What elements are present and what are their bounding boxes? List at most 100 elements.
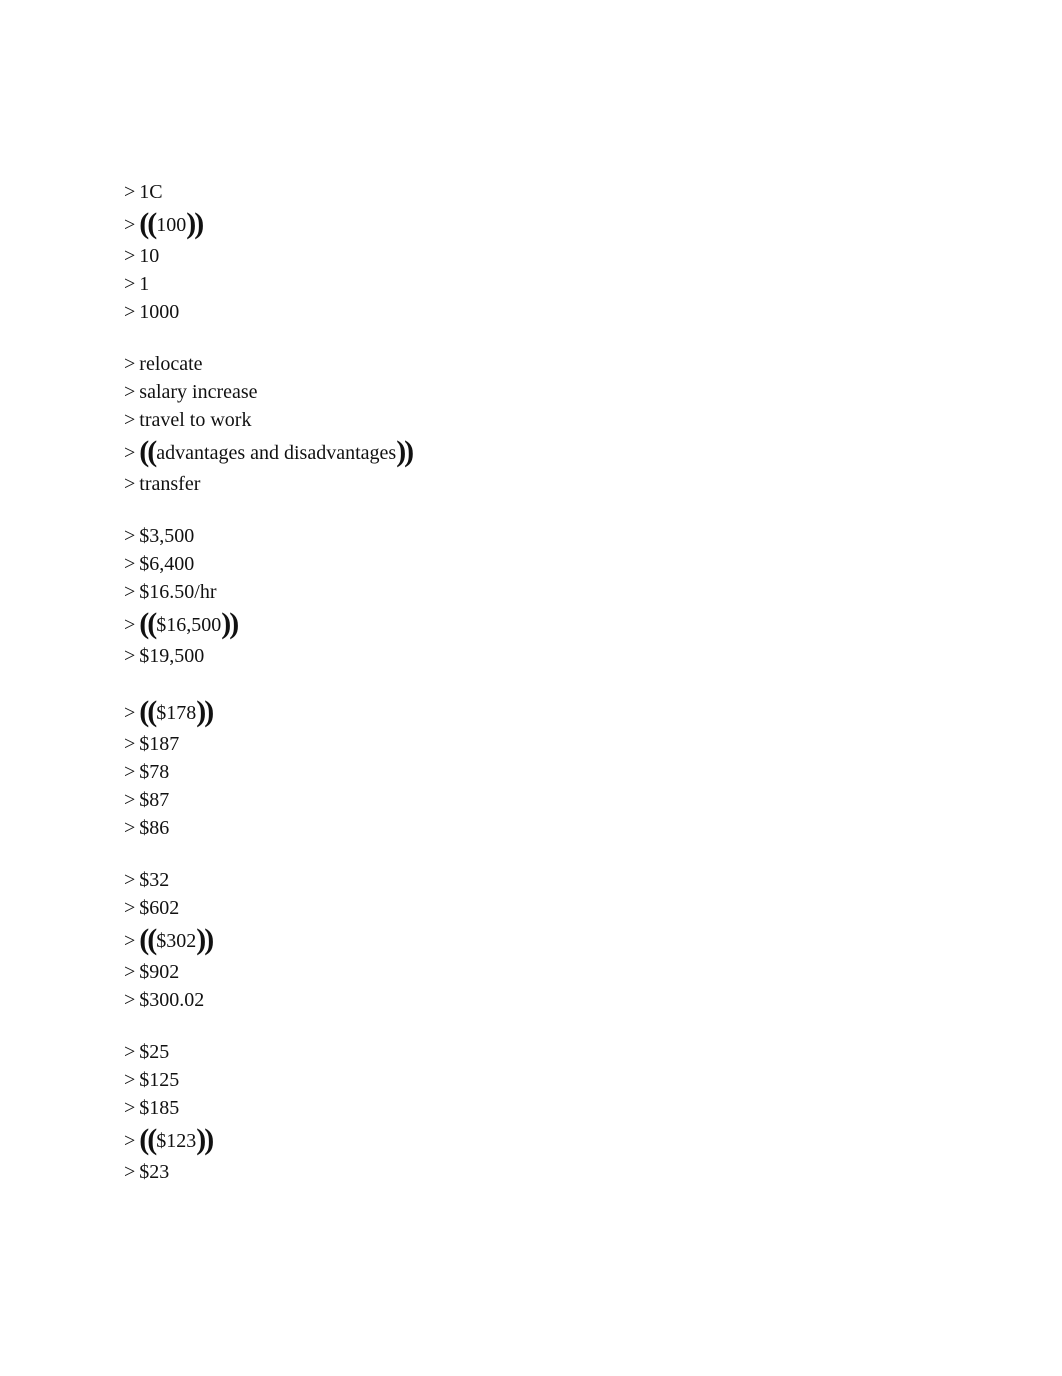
answer-option: > $300.02 <box>124 986 924 1014</box>
answer-option: >1000 <box>124 298 924 326</box>
option-text: travel to work <box>139 409 252 431</box>
option-marker: > <box>124 1161 136 1183</box>
selection-open-paren: (( <box>139 923 157 956</box>
answer-option: >1 <box>124 270 924 298</box>
option-text: 10 <box>139 245 160 267</box>
option-marker: > <box>124 869 136 891</box>
selection-close-paren: )) <box>196 923 214 956</box>
option-text: $16,500 <box>156 614 222 636</box>
option-text: $185 <box>139 1097 180 1119</box>
answer-option: > relocate <box>124 350 924 378</box>
selection-close-paren: )) <box>196 1123 214 1156</box>
selection-open-paren: (( <box>139 607 157 640</box>
selection-close-paren: )) <box>196 695 214 728</box>
option-text: $3,500 <box>139 525 195 547</box>
option-text: $19,500 <box>139 645 205 667</box>
answer-option: > $32 <box>124 866 924 894</box>
selection-close-paren: )) <box>186 207 204 240</box>
option-marker: > <box>124 381 136 403</box>
option-marker: > <box>124 525 136 547</box>
answer-option-selected: > ((advantages and disadvantages)) <box>124 434 924 470</box>
answer-document: >1C > ((100)) >10 >1 >1000 > relocate > sal… <box>124 178 924 1210</box>
answer-option: >1C <box>124 178 924 206</box>
option-marker: > <box>124 961 136 983</box>
option-marker: > <box>124 733 136 755</box>
option-marker: > <box>124 1041 136 1063</box>
answer-option: > $23 <box>124 1158 924 1186</box>
option-text: transfer <box>139 473 201 495</box>
option-text: $178 <box>156 702 197 724</box>
option-marker: > <box>124 181 136 203</box>
selection-open-paren: (( <box>139 1123 157 1156</box>
option-text: 100 <box>156 214 187 236</box>
option-text: $16.50/hr <box>139 581 217 603</box>
option-marker: > <box>124 409 136 431</box>
answer-option: > $87 <box>124 786 924 814</box>
option-text: $187 <box>139 733 180 755</box>
option-text: 1C <box>139 181 163 203</box>
answer-option: > $902 <box>124 958 924 986</box>
answer-option: > $78 <box>124 758 924 786</box>
option-marker: > <box>124 645 136 667</box>
option-marker: > <box>124 761 136 783</box>
option-text: advantages and disadvantages <box>156 442 397 464</box>
answer-option: > $25 <box>124 1038 924 1066</box>
answer-option: > transfer <box>124 470 924 498</box>
option-marker: > <box>124 1069 136 1091</box>
option-marker: > <box>124 614 136 636</box>
option-marker: > <box>124 1097 136 1119</box>
option-text: relocate <box>139 353 203 375</box>
option-marker: > <box>124 817 136 839</box>
option-marker: > <box>124 273 136 295</box>
answer-option-selected: > (($178)) <box>124 694 924 730</box>
answer-option: > travel to work <box>124 406 924 434</box>
answer-option: > salary increase <box>124 378 924 406</box>
option-marker: > <box>124 581 136 603</box>
option-marker: > <box>124 553 136 575</box>
option-text: $302 <box>156 930 197 952</box>
answer-option-selected: > (($16,500)) <box>124 606 924 642</box>
selection-close-paren: )) <box>221 607 239 640</box>
answer-option: >10 <box>124 242 924 270</box>
selection-open-paren: (( <box>139 435 157 468</box>
option-marker: > <box>124 789 136 811</box>
option-marker: > <box>124 897 136 919</box>
option-text: $300.02 <box>139 989 205 1011</box>
answer-option: > $6,400 <box>124 550 924 578</box>
answer-option: > $86 <box>124 814 924 842</box>
option-text: 1 <box>139 273 150 295</box>
question-group-3: > $3,500 > $6,400 > $16.50/hr > (($16,500)) … <box>124 522 924 670</box>
option-marker: > <box>124 473 136 495</box>
answer-option: > $602 <box>124 894 924 922</box>
answer-option-selected: > (($302)) <box>124 922 924 958</box>
option-text: $23 <box>139 1161 170 1183</box>
option-text: $25 <box>139 1041 170 1063</box>
question-group-1: >1C > ((100)) >10 >1 >1000 <box>124 178 924 326</box>
answer-option: > $16.50/hr <box>124 578 924 606</box>
option-text: $602 <box>139 897 180 919</box>
answer-option-selected: > ((100)) <box>124 206 924 242</box>
option-marker: > <box>124 353 136 375</box>
answer-option: > $185 <box>124 1094 924 1122</box>
option-text: $902 <box>139 961 180 983</box>
option-text: salary increase <box>139 381 258 403</box>
option-marker: > <box>124 702 136 724</box>
option-text: $86 <box>139 817 170 839</box>
question-group-4: > (($178)) > $187 > $78 > $87 > $86 <box>124 694 924 842</box>
answer-option-selected: > (($123)) <box>124 1122 924 1158</box>
answer-option: > $3,500 <box>124 522 924 550</box>
option-text: $32 <box>139 869 170 891</box>
selection-open-paren: (( <box>139 695 157 728</box>
answer-option: > $187 <box>124 730 924 758</box>
option-marker: > <box>124 301 136 323</box>
option-text: $87 <box>139 789 170 811</box>
answer-option: > $19,500 <box>124 642 924 670</box>
option-marker: > <box>124 989 136 1011</box>
selection-open-paren: (( <box>139 207 157 240</box>
option-marker: > <box>124 214 136 236</box>
option-text: $78 <box>139 761 170 783</box>
question-group-6: > $25 > $125 > $185 > (($123)) > $23 <box>124 1038 924 1186</box>
question-group-2: > relocate > salary increase > travel to wo… <box>124 350 924 498</box>
selection-close-paren: )) <box>396 435 414 468</box>
option-text: $123 <box>156 1130 197 1152</box>
